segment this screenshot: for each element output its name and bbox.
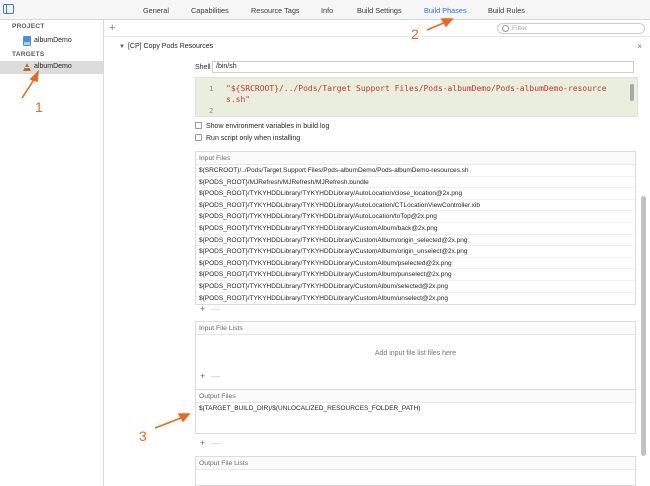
tab-capabilities[interactable]: Capabilities [191,6,229,15]
run-script-phase: ▼ [CP] Copy Pods Resources × Shell /bin/s… [113,40,648,486]
input-files-rows: $(SRCROOT)/../Pods/Target Support Files/… [196,165,635,304]
filter-icon [502,25,509,32]
sidebar-item-label: albumDemo [34,63,72,70]
annotation-number-3: 3 [139,428,147,444]
tab-build-phases[interactable]: Build Phases [424,6,467,15]
tab-resource-tags[interactable]: Resource Tags [251,6,300,15]
sidebar-item-project[interactable]: albumDemo [0,35,103,48]
script-editor[interactable]: 1 2 "${SRCROOT}/../Pods/Target Support F… [195,77,638,117]
env-vars-checkbox-row[interactable]: Show environment variables in build log [195,122,329,130]
project-section-header: PROJECT [12,23,45,30]
tab-general[interactable]: General [143,6,169,15]
shell-label: Shell [195,64,211,71]
input-file-lists-list: Input File Lists Add input file list fil… [195,321,636,391]
input-file-row[interactable]: ${PODS_ROOT}/TYKYHDDLibrary/TYKYHDDLibra… [196,200,635,212]
env-vars-checkbox[interactable] [195,122,202,129]
env-vars-label: Show environment variables in build log [206,123,330,130]
output-file-lists-list: Output File Lists [195,456,636,486]
add-input-file-list-button[interactable]: + [200,371,205,381]
build-phases-editor: + Filter ▼ [CP] Copy Pods Resources × She… [105,20,650,486]
phases-toolbar: + Filter [105,20,650,37]
line-number: 1 [209,84,214,93]
output-file-row[interactable]: $(TARGET_BUILD_DIR)/$(UNLOCALIZED_RESOUR… [196,403,635,415]
input-files-add-remove: + — [200,304,220,314]
line-number: 2 [209,106,214,115]
filter-field[interactable]: Filter [497,23,645,34]
install-only-checkbox[interactable] [195,134,202,141]
remove-input-file-button[interactable]: — [211,304,220,314]
input-file-row[interactable]: ${PODS_ROOT}/TYKYHDDLibrary/TYKYHDDLibra… [196,235,635,247]
editor-scrollbar[interactable] [641,196,646,456]
sidebar-toggle-icon[interactable] [3,4,14,14]
output-files-header: Output Files [196,390,635,403]
project-file-icon [23,36,31,46]
input-file-lists-empty: Add input file list files here [374,350,457,357]
input-file-row[interactable]: ${PODS_ROOT}/TYKYHDDLibrary/TYKYHDDLibra… [196,269,635,281]
remove-output-file-button[interactable]: — [211,438,220,448]
input-file-row[interactable]: ${PODS_ROOT}/TYKYHDDLibrary/TYKYHDDLibra… [196,293,635,305]
sidebar-item-target[interactable]: albumDemo [0,61,103,74]
tab-build-settings[interactable]: Build Settings [357,6,402,15]
filter-placeholder: Filter [512,25,528,32]
script-text: "${SRCROOT}/../Pods/Target Support Files… [226,84,607,104]
project-navigator: PROJECT albumDemo TARGETS albumDemo [0,20,104,486]
output-file-lists-header: Output File Lists [196,457,635,470]
app-target-icon [23,62,32,72]
phase-title-text: [CP] Copy Pods Resources [127,43,214,50]
input-files-list: Input Files $(SRCROOT)/../Pods/Target Su… [195,151,636,306]
sidebar-item-label: albumDemo [34,37,72,44]
input-file-row[interactable]: ${PODS_ROOT}/TYKYHDDLibrary/TYKYHDDLibra… [196,223,635,235]
input-file-lists-add-remove: + — [200,371,220,381]
input-file-row[interactable]: ${PODS_ROOT}/TYKYHDDLibrary/TYKYHDDLibra… [196,246,635,258]
input-file-row[interactable]: ${PODS_ROOT}/TYKYHDDLibrary/TYKYHDDLibra… [196,188,635,200]
remove-input-file-list-button[interactable]: — [211,371,220,381]
annotation-number-2: 2 [411,26,419,42]
input-file-row[interactable]: $(SRCROOT)/../Pods/Target Support Files/… [196,165,635,177]
phase-title[interactable]: ▼ [CP] Copy Pods Resources [119,43,213,50]
input-files-header: Input Files [196,152,635,165]
tab-build-rules[interactable]: Build Rules [488,6,525,15]
add-input-file-button[interactable]: + [200,304,205,314]
add-output-file-button[interactable]: + [200,438,205,448]
annotation-number-1: 1 [35,99,43,115]
input-file-lists-header: Input File Lists [196,322,635,335]
script-scrollbar[interactable] [630,84,634,101]
tab-info[interactable]: Info [321,6,333,15]
install-only-label: Run script only when installing [206,135,301,142]
input-file-row[interactable]: ${PODS_ROOT}/TYKYHDDLibrary/TYKYHDDLibra… [196,258,635,270]
add-build-phase-button[interactable]: + [109,22,115,34]
input-file-row[interactable]: ${PODS_ROOT}/MJRefresh/MJRefresh/MJRefre… [196,177,635,189]
disclosure-triangle-icon[interactable]: ▼ [119,44,125,50]
input-file-row[interactable]: ${PODS_ROOT}/TYKYHDDLibrary/TYKYHDDLibra… [196,281,635,293]
targets-section-header: TARGETS [12,51,45,58]
close-icon[interactable]: × [637,42,642,51]
output-files-add-remove: + — [200,438,220,448]
install-only-checkbox-row[interactable]: Run script only when installing [195,134,300,142]
input-file-row[interactable]: ${PODS_ROOT}/TYKYHDDLibrary/TYKYHDDLibra… [196,211,635,223]
shell-field[interactable]: /bin/sh [212,61,634,73]
output-files-list: Output Files $(TARGET_BUILD_DIR)/$(UNLOC… [195,389,636,434]
editor-tab-bar: General Capabilities Resource Tags Info … [0,0,650,20]
